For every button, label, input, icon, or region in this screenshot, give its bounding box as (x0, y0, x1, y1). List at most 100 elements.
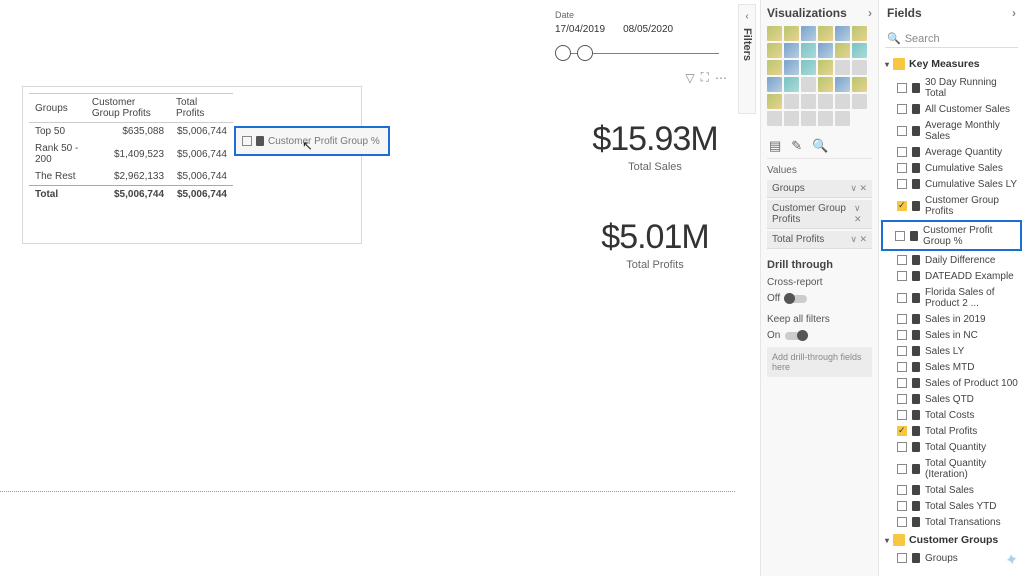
checkbox-icon[interactable] (897, 255, 907, 265)
viz-type-icon[interactable] (784, 26, 799, 41)
checkbox-icon[interactable] (897, 410, 907, 420)
viz-type-icon[interactable] (835, 94, 850, 109)
fields-tab-icon[interactable]: ▤ (769, 138, 781, 154)
checkbox-icon[interactable] (897, 126, 907, 136)
drill-fields-well[interactable]: Add drill-through fields here (767, 347, 872, 377)
viz-type-icon[interactable] (767, 26, 782, 41)
checkbox-icon[interactable] (897, 163, 907, 173)
viz-type-icon[interactable] (852, 43, 867, 58)
checkbox-icon[interactable] (897, 464, 907, 474)
checkbox-icon[interactable] (897, 553, 907, 563)
checkbox-icon[interactable] (897, 485, 907, 495)
col-cgp[interactable]: Customer Group Profits (86, 94, 170, 123)
table-visual[interactable]: Groups Customer Group Profits Total Prof… (22, 86, 362, 244)
checkbox-icon[interactable] (897, 517, 907, 527)
keep-filters-toggle[interactable]: On (767, 330, 807, 341)
date-end[interactable]: 08/05/2020 (623, 24, 673, 35)
viz-type-icon[interactable] (784, 111, 799, 126)
table-row[interactable]: The Rest$2,962,133$5,006,744 (29, 168, 233, 186)
field-item[interactable]: Sales in 2019 (883, 311, 1020, 327)
table-row[interactable]: Top 50$635,088$5,006,744 (29, 123, 233, 141)
field-item[interactable]: DATEADD Example (883, 268, 1020, 284)
viz-type-icon[interactable] (835, 26, 850, 41)
viz-type-icon[interactable] (818, 60, 833, 75)
checkbox-icon[interactable] (897, 346, 907, 356)
kpi-total-sales[interactable]: $15.93M Total Sales (555, 120, 755, 173)
viz-type-icon[interactable] (835, 60, 850, 75)
field-item[interactable]: Sales of Product 100 (883, 375, 1020, 391)
viz-type-icon[interactable] (801, 111, 816, 126)
viz-type-icon[interactable] (818, 77, 833, 92)
field-item[interactable]: Total Transations (883, 514, 1020, 530)
checkbox-icon[interactable] (897, 104, 907, 114)
field-well[interactable]: Total Profits∨ ✕ (767, 231, 872, 249)
viz-type-icon[interactable] (852, 60, 867, 75)
search-input[interactable]: 🔍 Search (885, 30, 1018, 48)
checkbox-icon[interactable] (897, 314, 907, 324)
report-canvas[interactable]: Date 17/04/2019 08/05/2020 $15.93M Total… (0, 0, 735, 576)
viz-type-icon[interactable] (818, 26, 833, 41)
cross-report-toggle[interactable]: Off (767, 293, 807, 304)
chevron-right-icon[interactable]: › (1012, 6, 1016, 20)
checkbox-icon[interactable] (897, 362, 907, 372)
field-item[interactable]: Daily Difference (883, 252, 1020, 268)
field-item[interactable]: Customer Profit Group % (881, 220, 1022, 251)
viz-type-icon[interactable] (852, 77, 867, 92)
field-item[interactable]: 30 Day Running Total (883, 74, 1020, 101)
format-tab-icon[interactable]: ✎ (791, 138, 802, 154)
field-well[interactable]: Groups∨ ✕ (767, 180, 872, 198)
checkbox-icon[interactable] (897, 201, 907, 211)
table-row[interactable]: Rank 50 - 200$1,409,523$5,006,744 (29, 140, 233, 168)
viz-type-icon[interactable] (818, 94, 833, 109)
viz-type-icon[interactable] (784, 60, 799, 75)
viz-type-icon[interactable] (784, 77, 799, 92)
date-slicer[interactable]: Date 17/04/2019 08/05/2020 (555, 10, 725, 63)
checkbox-icon[interactable] (897, 330, 907, 340)
more-icon[interactable]: ⋯ (715, 71, 727, 85)
field-item[interactable]: Florida Sales of Product 2 ... (883, 284, 1020, 311)
date-start[interactable]: 17/04/2019 (555, 24, 605, 35)
field-item[interactable]: All Customer Sales (883, 101, 1020, 117)
viz-type-icon[interactable] (767, 94, 782, 109)
viz-type-icon[interactable] (801, 60, 816, 75)
checkbox-icon[interactable] (897, 501, 907, 511)
field-item[interactable]: Total Costs (883, 407, 1020, 423)
field-item[interactable]: Total Profits (883, 423, 1020, 439)
field-item[interactable]: Sales QTD (883, 391, 1020, 407)
col-groups[interactable]: Groups (29, 94, 86, 123)
slider-handle-end[interactable] (577, 45, 593, 61)
viz-type-icon[interactable] (835, 77, 850, 92)
viz-type-icon[interactable] (784, 94, 799, 109)
slider-handle-start[interactable] (555, 45, 571, 61)
viz-gallery[interactable] (767, 26, 872, 126)
col-tp[interactable]: Total Profits (170, 94, 233, 123)
field-item[interactable]: Cumulative Sales (883, 160, 1020, 176)
viz-type-icon[interactable] (801, 26, 816, 41)
kpi-total-profits[interactable]: $5.01M Total Profits (555, 218, 755, 271)
focus-icon[interactable]: ⛶ (701, 70, 709, 85)
filter-icon[interactable]: ▽ (685, 71, 694, 85)
chevron-right-icon[interactable]: › (868, 6, 872, 20)
checkbox-icon[interactable] (897, 442, 907, 452)
checkbox-icon[interactable] (897, 394, 907, 404)
checkbox-icon[interactable] (897, 147, 907, 157)
viz-type-icon[interactable] (801, 77, 816, 92)
field-item[interactable]: Average Quantity (883, 144, 1020, 160)
field-well[interactable]: Customer Group Profits∨ ✕ (767, 200, 872, 229)
field-item[interactable]: Customer Group Profits (883, 192, 1020, 219)
checkbox-icon[interactable] (897, 293, 907, 303)
viz-type-icon[interactable] (767, 60, 782, 75)
table-key-measures[interactable]: ▾ Key Measures (883, 54, 1020, 74)
field-item[interactable]: Total Sales YTD (883, 498, 1020, 514)
viz-type-icon[interactable] (835, 111, 850, 126)
viz-type-icon[interactable] (767, 77, 782, 92)
field-item[interactable]: Cumulative Sales LY (883, 176, 1020, 192)
viz-type-icon[interactable] (767, 43, 782, 58)
field-item[interactable]: Average Monthly Sales (883, 117, 1020, 144)
viz-type-icon[interactable] (801, 43, 816, 58)
field-item[interactable]: Sales LY (883, 343, 1020, 359)
checkbox-icon[interactable] (897, 179, 907, 189)
viz-type-icon[interactable] (852, 94, 867, 109)
viz-type-icon[interactable] (767, 111, 782, 126)
checkbox-icon[interactable] (897, 83, 907, 93)
